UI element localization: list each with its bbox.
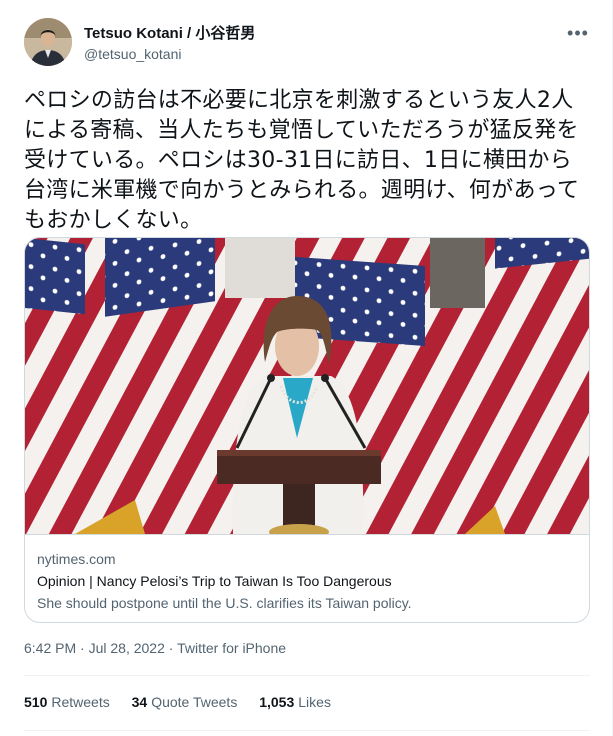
retweets-label: Retweets: [51, 694, 110, 710]
more-options-icon[interactable]: •••: [566, 24, 590, 48]
card-title[interactable]: Opinion | Nancy Pelosi’s Trip to Taiwan …: [37, 570, 579, 592]
card-description: She should postpone until the U.S. clari…: [37, 595, 412, 611]
link-card[interactable]: nytimes.com Opinion | Nancy Pelosi’s Tri…: [24, 237, 590, 623]
retweets-count: 510: [24, 694, 48, 710]
tweet-text: ペロシの訪台は不必要に北京を刺激するという友人2人による寄稿、当人たちも覚悟して…: [24, 88, 580, 233]
quote-tweets-count: 34: [131, 694, 148, 710]
quote-tweets-stat[interactable]: 34 Quote Tweets: [132, 692, 238, 712]
tweet-date[interactable]: Jul 28, 2022: [89, 640, 165, 656]
likes-count: 1,053: [259, 694, 295, 710]
tweet-time[interactable]: 6:42 PM: [24, 640, 76, 656]
divider: [24, 730, 590, 731]
author-block: Tetsuo Kotani / 小谷哲男 @tetsuo_kotani: [84, 25, 255, 64]
author-handle[interactable]: @tetsuo_kotani: [84, 44, 255, 64]
author-display-name[interactable]: Tetsuo Kotani / 小谷哲男: [84, 25, 255, 43]
card-body: nytimes.com Opinion | Nancy Pelosi’s Tri…: [25, 534, 589, 622]
tweet-stats: 510 Retweets 34 Quote Tweets 1,053 Likes: [24, 692, 349, 712]
avatar-image: [24, 18, 72, 66]
card-image[interactable]: [25, 238, 589, 540]
meta-separator: ·: [164, 640, 178, 656]
likes-stat[interactable]: 1,053 Likes: [259, 692, 331, 712]
card-photo: [25, 238, 589, 540]
quote-tweets-label: Quote Tweets: [151, 694, 238, 710]
card-domain: nytimes.com: [37, 551, 116, 567]
retweets-stat[interactable]: 510 Retweets: [24, 692, 110, 712]
likes-label: Likes: [298, 694, 331, 710]
tweet-source[interactable]: Twitter for iPhone: [177, 640, 286, 656]
tweet-meta: 6:42 PM · Jul 28, 2022 · Twitter for iPh…: [24, 638, 286, 658]
tweet-header: Tetsuo Kotani / 小谷哲男 @tetsuo_kotani •••: [24, 18, 590, 70]
divider: [24, 675, 590, 676]
meta-separator: ·: [76, 640, 89, 656]
tweet: Tetsuo Kotani / 小谷哲男 @tetsuo_kotani ••• …: [0, 0, 613, 736]
avatar[interactable]: [24, 18, 72, 66]
